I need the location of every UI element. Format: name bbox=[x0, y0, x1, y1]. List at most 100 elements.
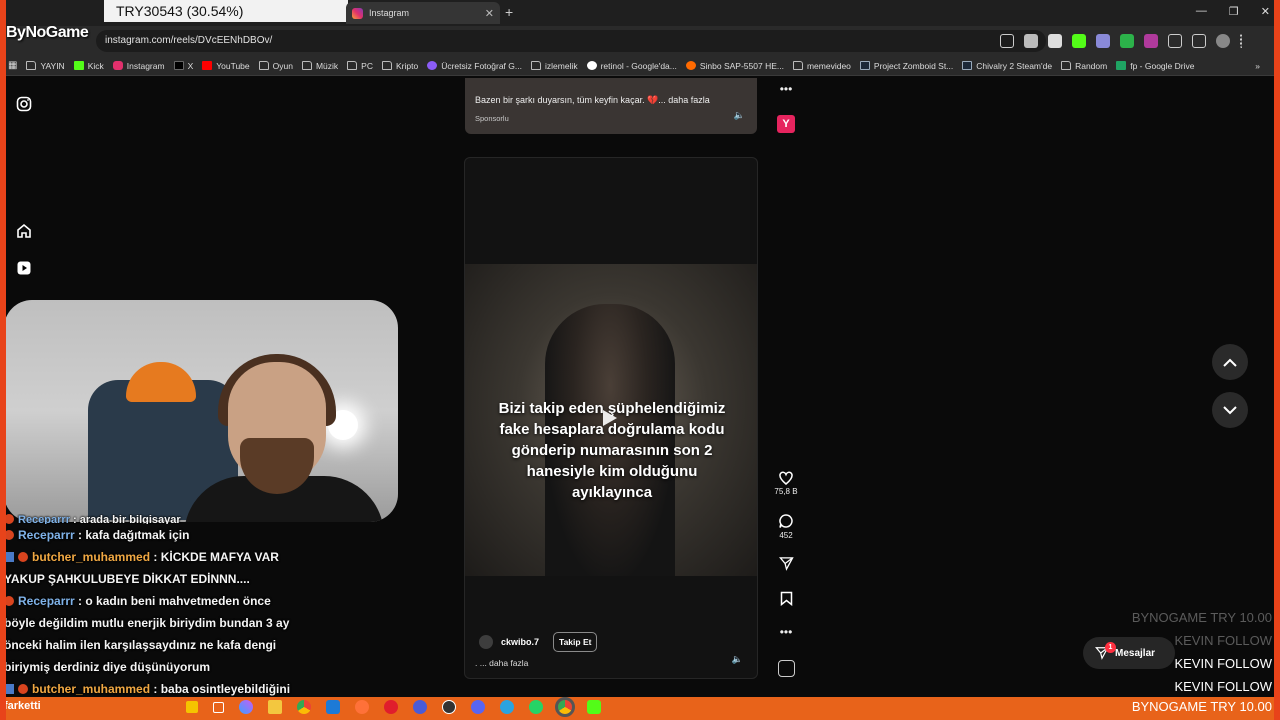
extension-icon[interactable] bbox=[1144, 34, 1158, 48]
bookmark[interactable]: Müzik bbox=[301, 61, 338, 71]
comment-action[interactable]: 452 bbox=[772, 513, 800, 540]
browser-tab-bar: TRY30543 (30.54%) Instagram ✕ + — ❐ ✕ bbox=[0, 0, 1280, 26]
minimize-icon[interactable]: — bbox=[1196, 5, 1207, 18]
app-icon[interactable] bbox=[413, 700, 427, 714]
bookmark[interactable]: Kripto bbox=[381, 61, 418, 71]
star-icon[interactable] bbox=[1024, 34, 1038, 48]
bookmark[interactable]: Ücretsiz Fotoğraf G... bbox=[427, 61, 522, 71]
whatsapp-icon[interactable] bbox=[529, 700, 543, 714]
messages-button[interactable]: 1 Mesajlar bbox=[1083, 637, 1175, 669]
windows-taskbar bbox=[46, 697, 686, 717]
home-icon[interactable] bbox=[16, 223, 32, 239]
sponsored-reel[interactable]: Bazen bir şarkı duyarsın, tüm keyfin kaç… bbox=[465, 78, 757, 134]
new-tab-button[interactable]: + bbox=[505, 4, 513, 20]
caption-more[interactable]: . ... daha fazla bbox=[475, 658, 528, 668]
bookmark[interactable]: Oyun bbox=[258, 61, 293, 71]
alert-line: KEVIN FOLLOW bbox=[1174, 679, 1272, 694]
tab-instagram[interactable]: Instagram ✕ bbox=[346, 2, 500, 24]
chat-message: Receparrr : arada bir bilgisayar bbox=[4, 514, 304, 524]
more-options-icon[interactable]: ••• bbox=[772, 82, 800, 96]
extension-icon[interactable] bbox=[1072, 34, 1086, 48]
bookmark[interactable]: X bbox=[173, 61, 193, 71]
play-icon[interactable] bbox=[603, 410, 617, 426]
sparkle-icon[interactable] bbox=[186, 701, 198, 713]
instagram-logo-icon[interactable] bbox=[16, 96, 32, 112]
bookmark[interactable]: Random bbox=[1061, 61, 1107, 71]
kebab-menu-icon[interactable] bbox=[1240, 34, 1244, 48]
kick-app-icon[interactable] bbox=[587, 700, 601, 714]
author-username[interactable]: ckwibo.7 bbox=[501, 637, 539, 647]
url-field[interactable]: instagram.com/reels/DVcEENhDBOv/ bbox=[96, 30, 1046, 52]
reels-icon[interactable] bbox=[16, 260, 32, 276]
telegram-icon[interactable] bbox=[500, 700, 514, 714]
extension-icon[interactable] bbox=[1048, 34, 1062, 48]
more-bookmarks-icon[interactable]: » bbox=[1255, 61, 1260, 71]
bookmark[interactable]: Sinbo SAP-5507 HE... bbox=[685, 61, 784, 71]
instagram-icon bbox=[352, 7, 363, 19]
close-window-icon[interactable]: ✕ bbox=[1261, 5, 1270, 18]
bookmark-icon bbox=[780, 591, 792, 607]
apps-grid-icon[interactable]: ▦ bbox=[8, 60, 17, 71]
file-explorer-icon[interactable] bbox=[268, 700, 282, 714]
bookmark[interactable]: PC bbox=[347, 61, 373, 71]
chat-badge-icon bbox=[18, 684, 28, 694]
audio-thumbnail[interactable] bbox=[772, 660, 800, 679]
donation-ticker: BYNOGAME TRY 10.00 bbox=[1131, 699, 1272, 714]
chat-badge-icon bbox=[18, 552, 28, 562]
bookmark[interactable]: retinol - Google'da... bbox=[586, 61, 677, 71]
instagram-icon bbox=[112, 61, 123, 70]
webcam-overlay bbox=[4, 300, 398, 522]
x-icon bbox=[173, 61, 184, 70]
menu-icon[interactable] bbox=[1192, 34, 1206, 48]
close-tab-icon[interactable]: ✕ bbox=[485, 7, 494, 20]
stream-chat: Receparrr : arada bir bilgisayar Recepar… bbox=[4, 514, 304, 700]
window-controls: — ❐ ✕ bbox=[1196, 5, 1270, 18]
previous-reel-button[interactable] bbox=[1212, 344, 1248, 380]
volume-icon[interactable]: 🔈 bbox=[732, 654, 743, 665]
shield-icon[interactable] bbox=[1120, 34, 1134, 48]
folder-icon bbox=[26, 61, 37, 70]
author-avatar[interactable] bbox=[479, 635, 493, 649]
bookmark[interactable]: memevideo bbox=[792, 61, 851, 71]
bookmark[interactable]: YAYIN bbox=[26, 61, 65, 71]
firefox-icon[interactable] bbox=[355, 700, 369, 714]
puzzle-icon[interactable] bbox=[1168, 34, 1182, 48]
chrome-icon[interactable] bbox=[297, 700, 311, 714]
chrome-active-icon[interactable] bbox=[555, 697, 575, 717]
save-action[interactable] bbox=[772, 591, 800, 608]
next-reel-button[interactable] bbox=[1212, 392, 1248, 428]
bookmark[interactable]: Chivalry 2 Steam'de bbox=[962, 61, 1052, 71]
opera-icon[interactable] bbox=[384, 700, 398, 714]
bookmark[interactable]: Instagram bbox=[112, 61, 165, 71]
extension-icon[interactable] bbox=[1096, 34, 1110, 48]
comment-icon bbox=[779, 514, 793, 528]
chevron-up-icon bbox=[1223, 358, 1237, 367]
share-action[interactable] bbox=[772, 556, 800, 573]
reel-video[interactable]: Bizi takip eden şüphelendiğimiz fake hes… bbox=[465, 264, 757, 576]
extension-icons bbox=[1000, 34, 1244, 48]
bookmark[interactable]: izlemelik bbox=[530, 61, 578, 71]
restore-icon[interactable]: ❐ bbox=[1229, 5, 1239, 18]
google-icon bbox=[586, 61, 597, 70]
discord-icon[interactable] bbox=[471, 700, 485, 714]
task-view-icon[interactable] bbox=[213, 701, 224, 713]
bookmark[interactable]: Kick bbox=[73, 61, 104, 71]
like-count: 75,8 B bbox=[774, 487, 798, 496]
copilot-icon[interactable] bbox=[239, 700, 253, 714]
bookmark[interactable]: fp - Google Drive bbox=[1116, 61, 1194, 71]
install-icon[interactable] bbox=[1000, 34, 1014, 48]
more-options-icon[interactable]: ••• bbox=[772, 625, 800, 639]
chat-message: butcher_muhammed : KİCKDE MAFYA VAR YAKU… bbox=[4, 550, 279, 586]
like-action[interactable]: 75,8 B bbox=[772, 470, 800, 496]
profile-avatar[interactable] bbox=[1216, 34, 1230, 48]
bookmarks-bar: ▦ YAYIN Kick Instagram X YouTube Oyun Mü… bbox=[0, 56, 1280, 76]
obs-icon[interactable] bbox=[442, 700, 456, 714]
chat-continuation: farketti bbox=[4, 700, 41, 712]
photo-site-icon bbox=[427, 61, 438, 70]
follow-button[interactable]: Takip Et bbox=[553, 632, 598, 652]
bookmark[interactable]: YouTube bbox=[202, 61, 250, 71]
mail-icon[interactable] bbox=[326, 700, 340, 714]
bookmark[interactable]: Project Zomboid St... bbox=[859, 61, 953, 71]
volume-icon[interactable]: 🔈 bbox=[734, 110, 745, 121]
reel-card[interactable]: Bizi takip eden şüphelendiğimiz fake hes… bbox=[464, 157, 758, 679]
